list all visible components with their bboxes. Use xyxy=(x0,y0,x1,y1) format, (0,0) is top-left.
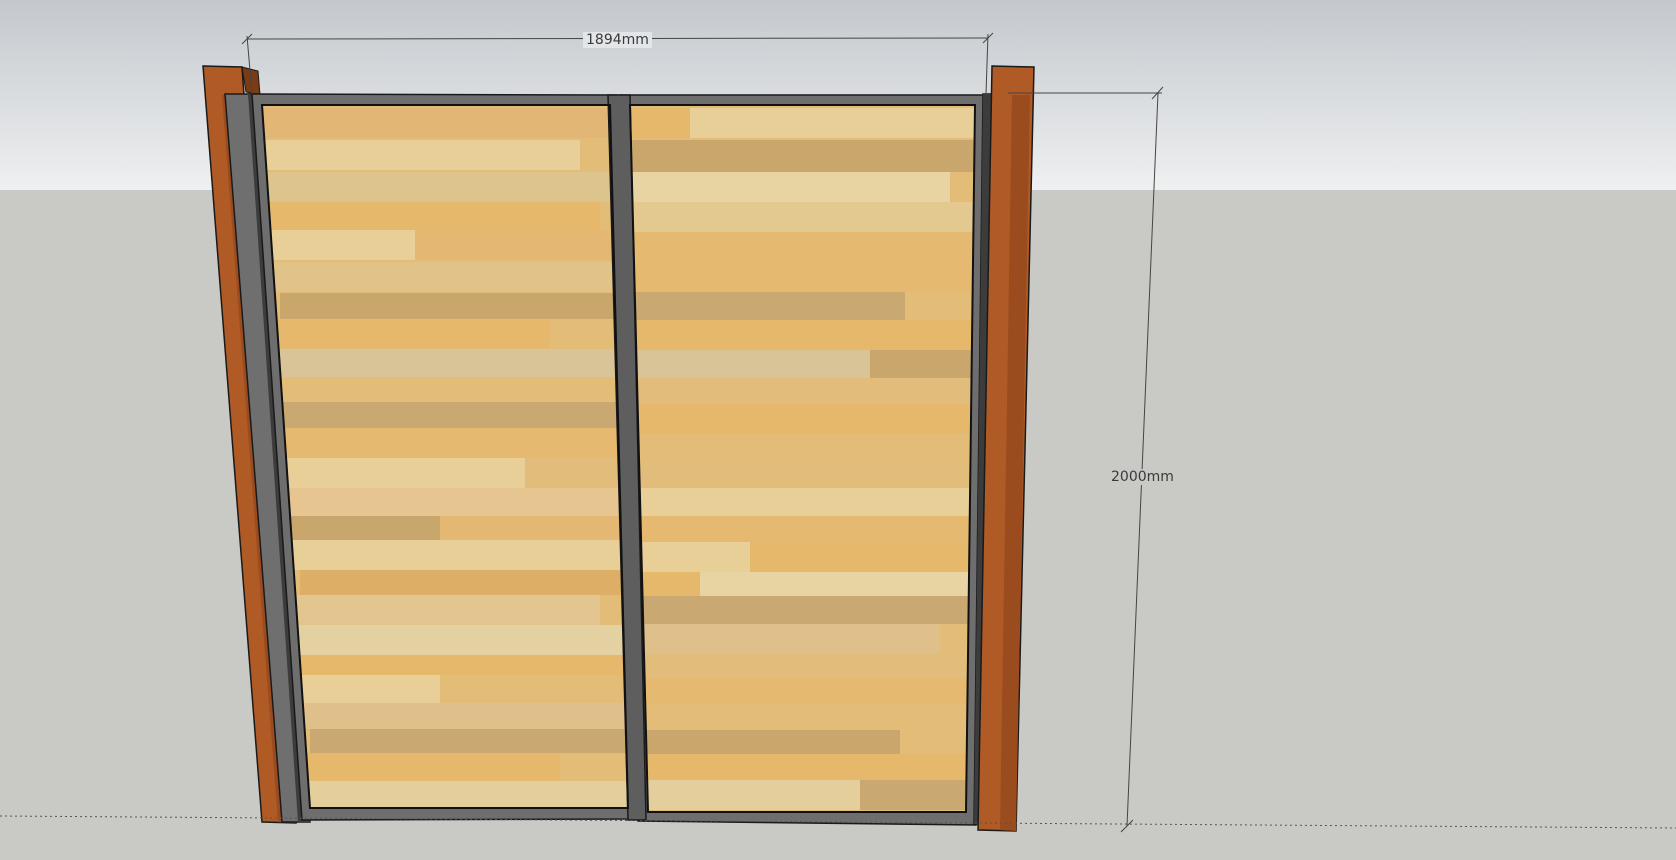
right-panel-boards xyxy=(630,105,975,812)
gate-model-scene[interactable] xyxy=(0,0,1676,860)
width-dimension-label: 1894mm xyxy=(583,32,652,48)
height-dimension-label: 2000mm xyxy=(1108,469,1177,485)
sketchup-viewport[interactable]: 1894mm 2000mm xyxy=(0,0,1676,860)
left-panel-boards xyxy=(262,105,628,808)
